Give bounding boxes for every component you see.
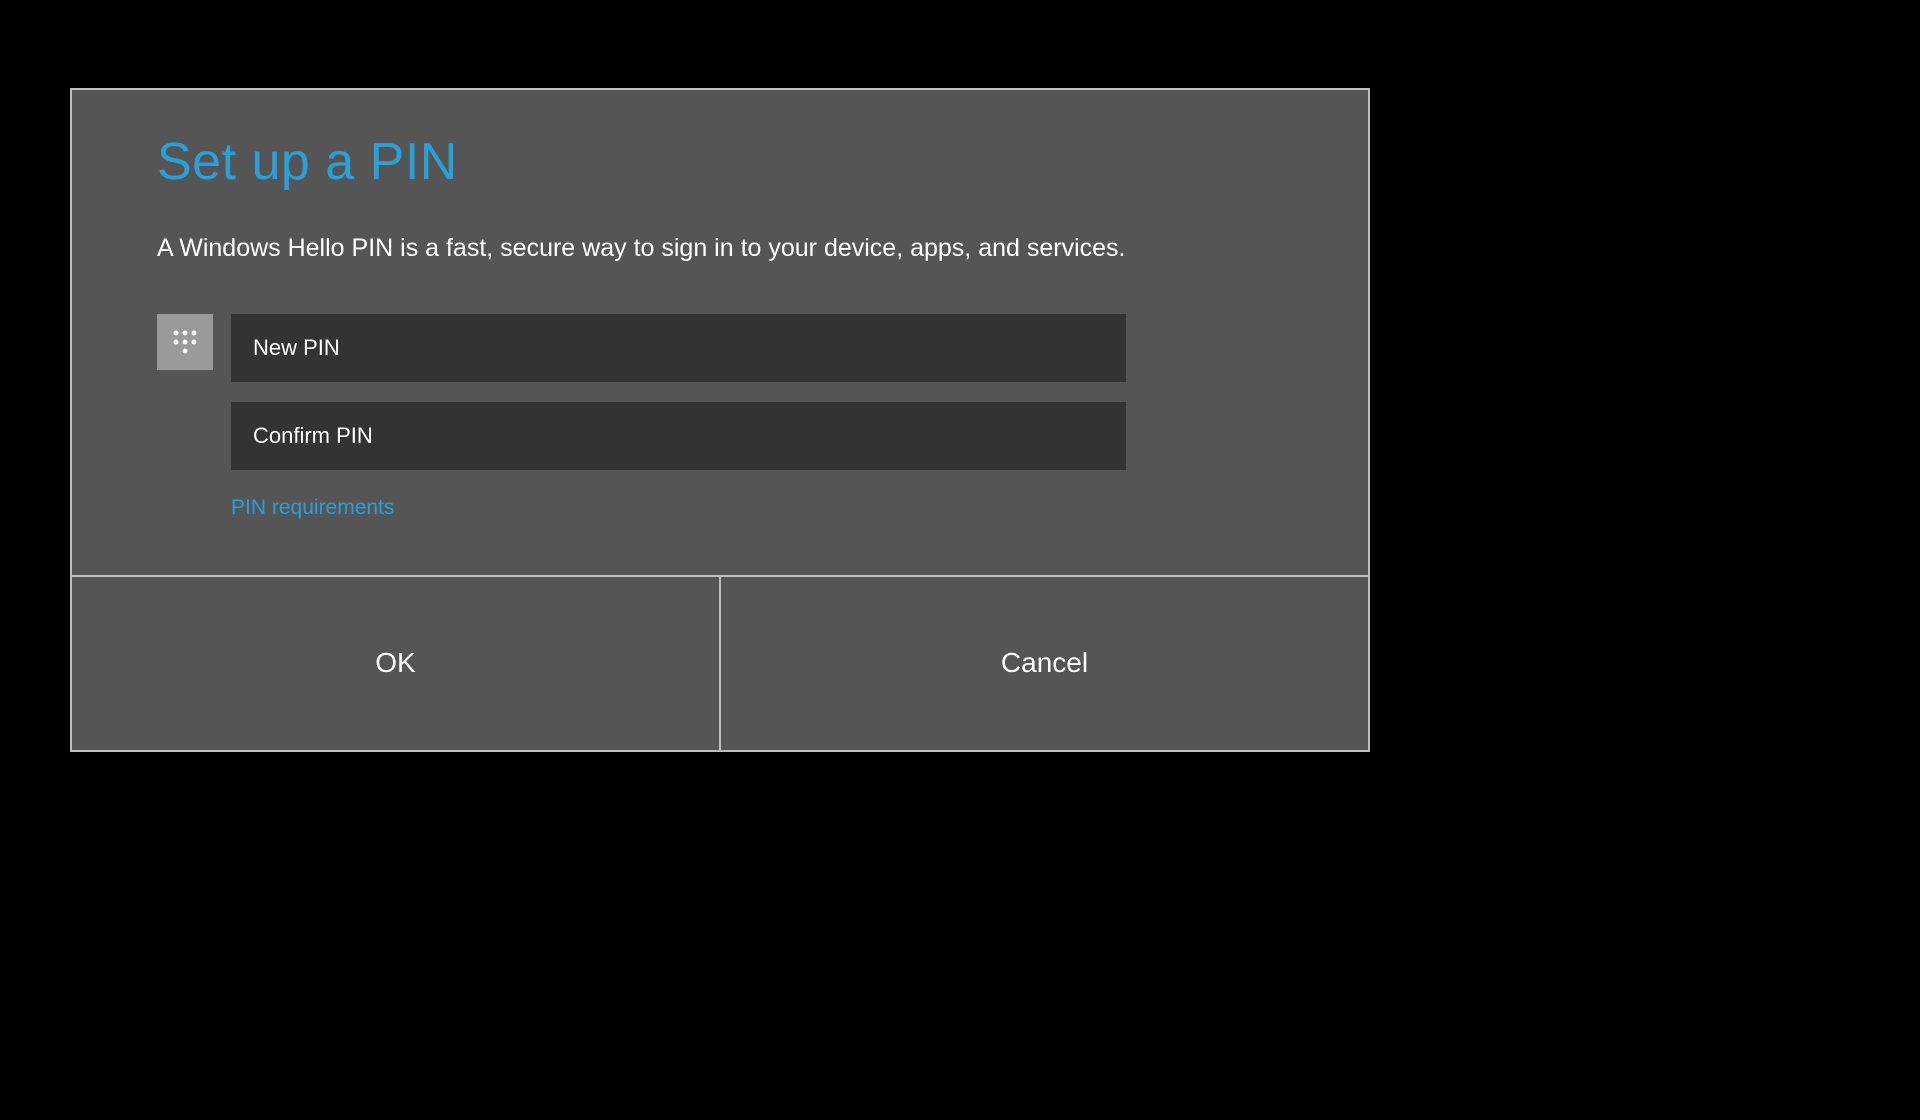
dialog-content: Set up a PIN A Windows Hello PIN is a fa…	[72, 90, 1368, 575]
dialog-description: A Windows Hello PIN is a fast, secure wa…	[157, 232, 1283, 266]
cancel-button[interactable]: Cancel	[721, 577, 1368, 750]
dialog-title: Set up a PIN	[157, 132, 1283, 192]
confirm-pin-input[interactable]	[231, 402, 1126, 470]
pin-form-area	[157, 314, 1283, 470]
pin-requirements-link[interactable]: PIN requirements	[231, 496, 394, 520]
inputs-column	[231, 314, 1126, 470]
dialog-button-row: OK Cancel	[72, 575, 1368, 750]
keypad-icon	[157, 314, 213, 370]
new-pin-input[interactable]	[231, 314, 1126, 382]
ok-button[interactable]: OK	[72, 577, 721, 750]
keypad-icon-svg	[169, 326, 201, 358]
pin-setup-dialog: Set up a PIN A Windows Hello PIN is a fa…	[70, 88, 1370, 752]
